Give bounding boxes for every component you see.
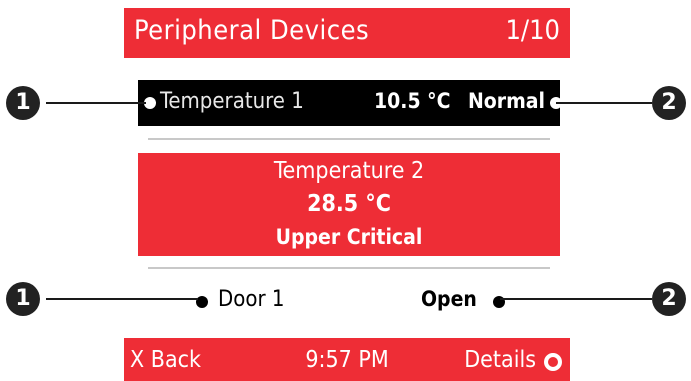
device-status: Upper Critical: [275, 225, 423, 249]
ring-icon[interactable]: [544, 353, 562, 371]
divider: [148, 267, 550, 269]
callout-badge-2: 2: [652, 86, 686, 120]
device-value: 10.5 °C: [374, 89, 451, 113]
device-name: Door 1: [218, 287, 285, 312]
callout-badge-1: 1: [6, 86, 40, 120]
device-status: Open: [421, 287, 477, 311]
device-row-temperature-1[interactable]: Temperature 1 10.5 °C Normal: [138, 80, 562, 126]
callout-line: [46, 298, 198, 300]
callout-line: [500, 298, 652, 300]
page-indicator: 1/10: [505, 15, 560, 46]
footer-bar: X Back 9:57 PM Details: [124, 338, 570, 381]
divider: [148, 138, 550, 140]
device-screen: Peripheral Devices 1/10 Temperature 1 10…: [124, 8, 570, 381]
device-row-door-1[interactable]: Door 1 Open: [138, 278, 560, 324]
device-row-temperature-2[interactable]: Temperature 2 28.5 °C Upper Critical: [138, 153, 560, 256]
callout-badge-2: 2: [652, 282, 686, 316]
page-title: Peripheral Devices: [134, 15, 370, 46]
details-button[interactable]: Details: [464, 347, 536, 373]
device-name: Temperature 1: [160, 89, 304, 114]
device-value: 28.5 °C: [307, 191, 391, 217]
device-name: Temperature 2: [273, 158, 425, 184]
header-bar: Peripheral Devices 1/10: [124, 8, 570, 58]
callout-badge-1: 1: [6, 282, 40, 316]
callout-line: [556, 102, 652, 104]
callout-line: [46, 102, 146, 104]
device-status: Normal: [468, 89, 546, 113]
